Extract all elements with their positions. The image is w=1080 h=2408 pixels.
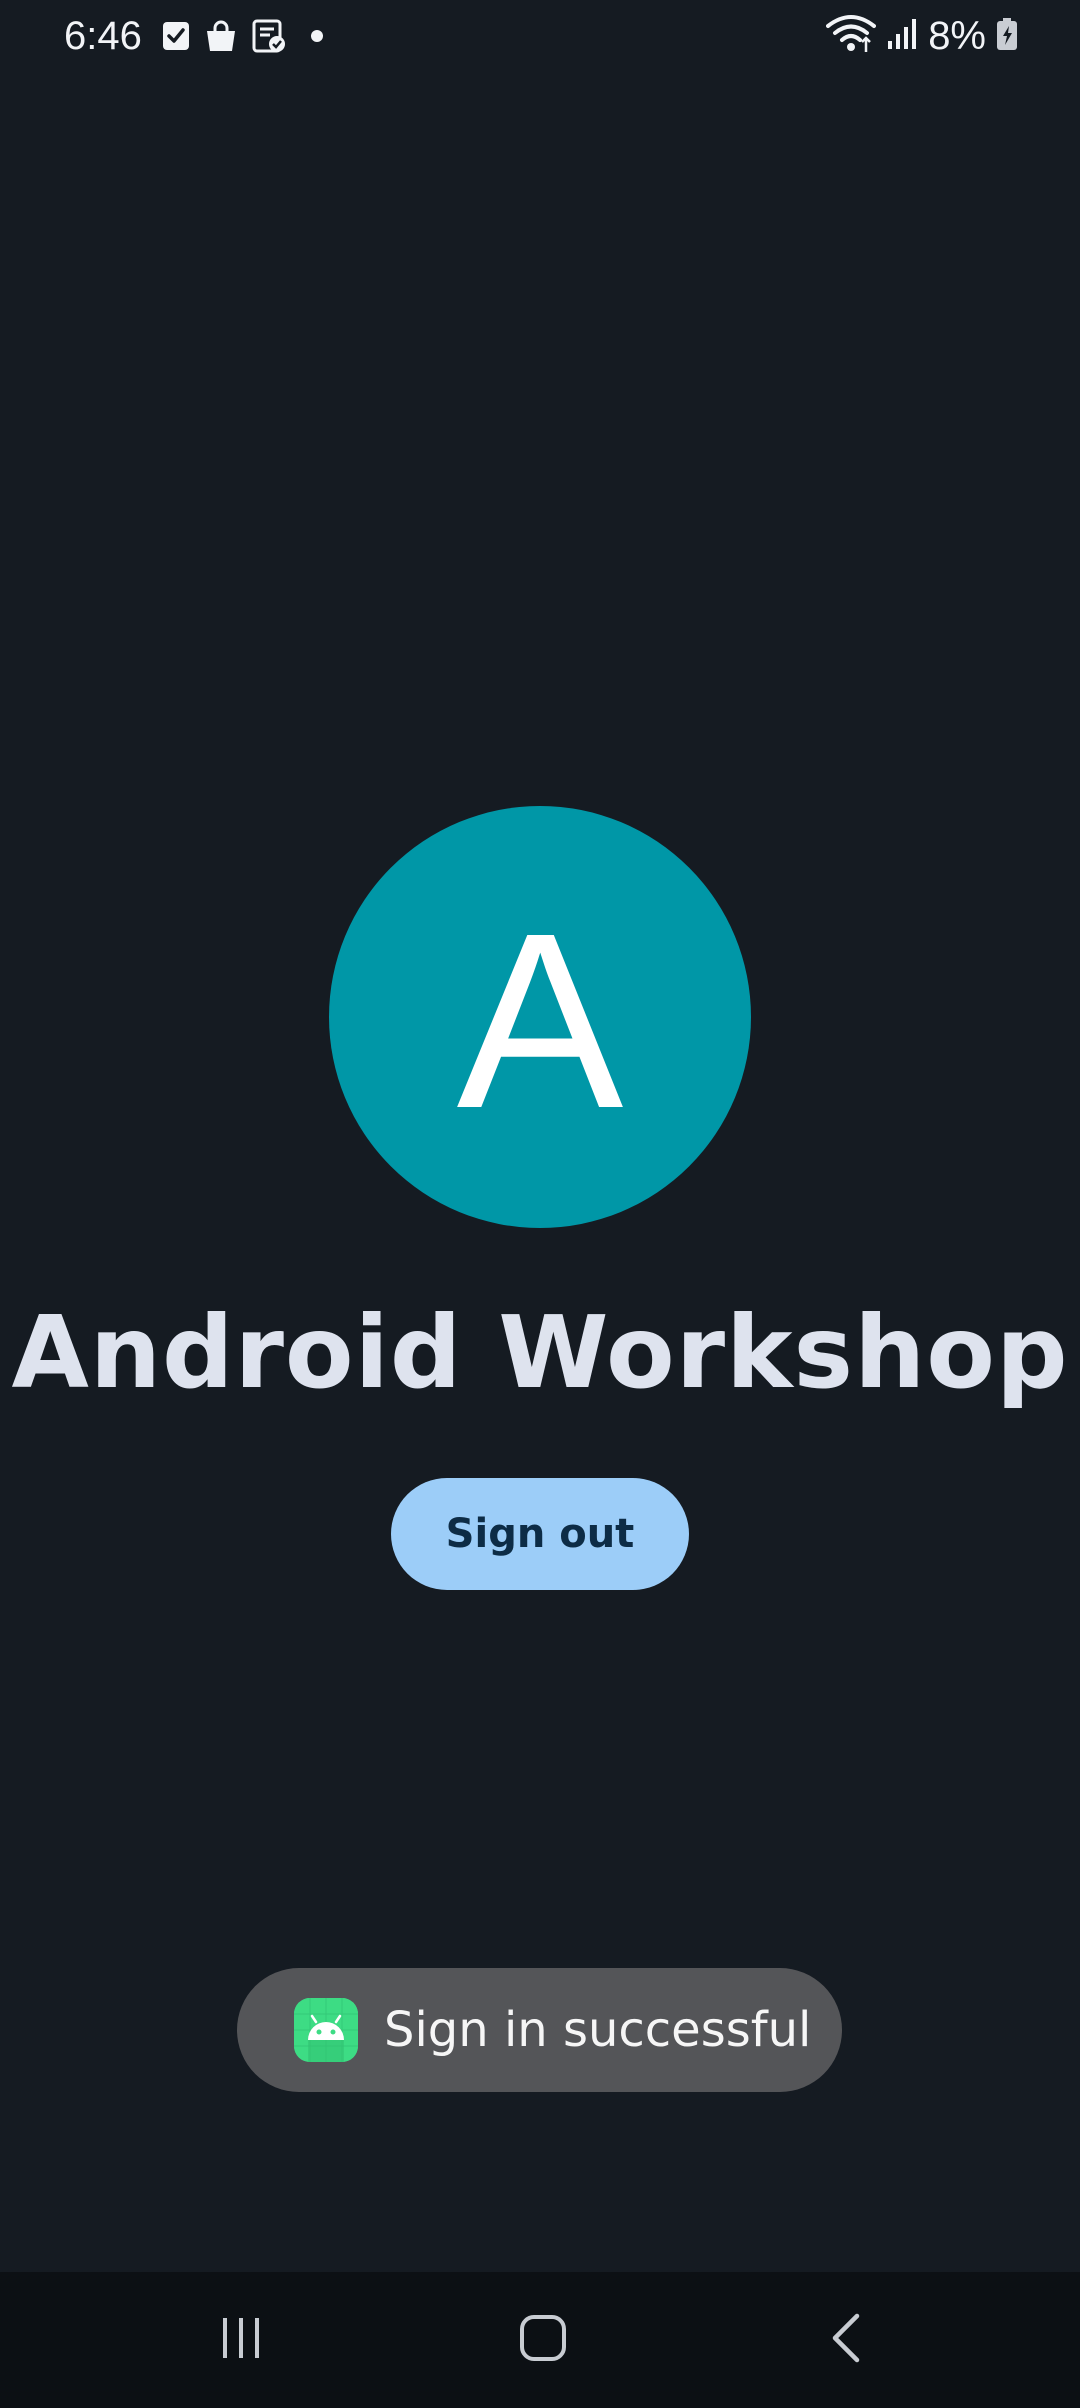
home-icon xyxy=(519,2314,567,2367)
checkbox-icon xyxy=(162,21,190,51)
battery-percentage: 8% xyxy=(928,14,986,58)
status-system-icons: 8% xyxy=(826,12,1018,60)
back-button[interactable] xyxy=(766,2272,926,2408)
avatar: A xyxy=(329,806,751,1228)
dot-icon xyxy=(300,19,334,53)
recents-button[interactable] xyxy=(161,2272,321,2408)
avatar-initial: A xyxy=(456,881,624,1160)
status-notification-icons xyxy=(162,18,334,54)
android-app-icon xyxy=(294,1998,358,2062)
toast-text: Sign in successful xyxy=(384,2002,812,2058)
sign-out-button[interactable]: Sign out xyxy=(391,1478,689,1590)
signal-icon xyxy=(886,17,918,56)
wifi-icon xyxy=(826,14,877,59)
home-button[interactable] xyxy=(463,2272,623,2408)
toast-message: Sign in successful xyxy=(237,1968,842,2092)
navigation-bar xyxy=(0,2272,1080,2408)
notes-check-icon xyxy=(252,19,286,53)
recents-icon xyxy=(219,2316,263,2365)
status-time: 6:46 xyxy=(64,14,142,58)
shopping-bag-icon xyxy=(204,19,238,53)
status-bar: 6:46 8% xyxy=(0,0,1080,72)
user-name-title: Android Workshop xyxy=(11,1294,1069,1411)
back-icon xyxy=(829,2312,863,2369)
battery-charging-icon xyxy=(996,17,1018,56)
